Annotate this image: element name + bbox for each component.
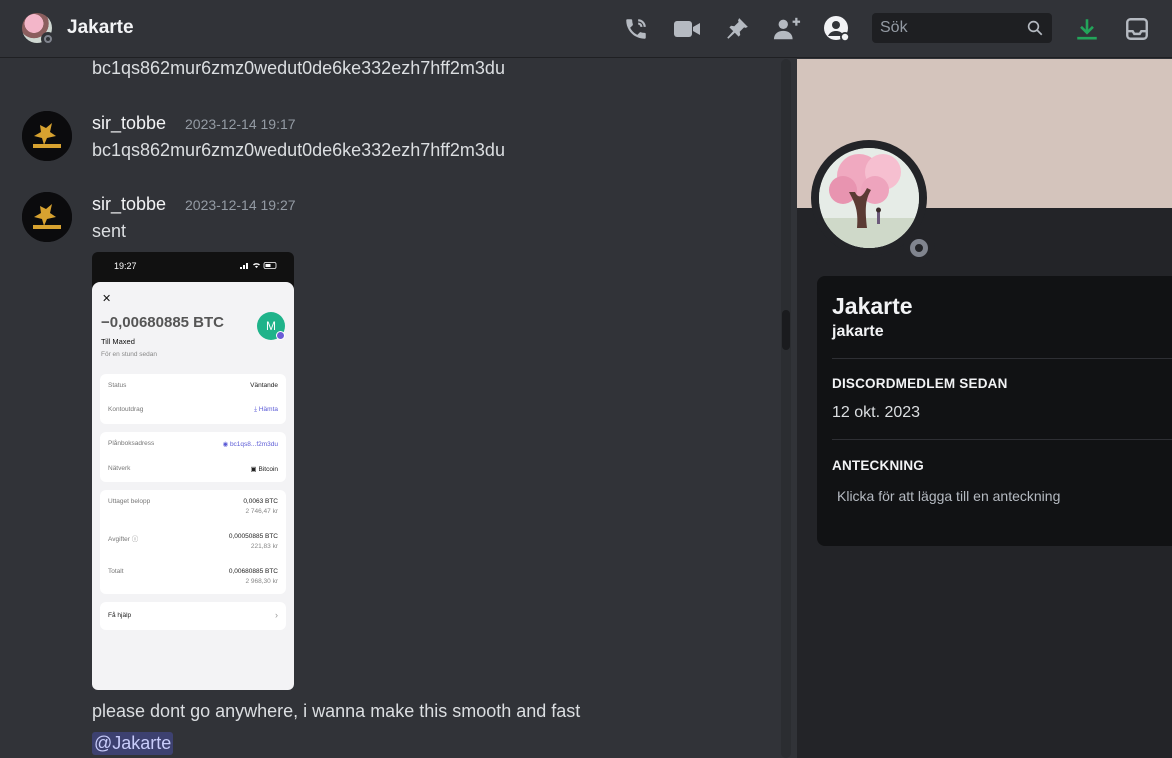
transaction-sheet: ✕ −0,00680885 BTC Till Maxed För en stun… [92,282,294,690]
offline-status-indicator [41,32,55,46]
phone-status-bar: 19:27 [92,252,294,278]
transaction-time: För en stund sedan [101,351,158,358]
total-label: Totalt [108,568,124,575]
fees-label: Avgifter ⓘ [108,536,139,543]
scrollbar-thumb[interactable] [782,310,790,350]
message-text: bc1qs862mur6zmz0wedut0de6ke332ezh7hff2m3… [92,140,505,160]
header-avatar[interactable] [22,13,55,46]
withdrawn-label: Uttaget belopp [108,498,151,505]
channel-header: Jakarte [0,0,1172,58]
message-text: bc1qs862mur6zmz0wedut0de6ke332ezh7hff2m3… [92,58,505,78]
help-label: Få hjälp [108,612,132,619]
chevron-right-icon: › [275,610,278,620]
search-box[interactable] [872,13,1052,43]
address-value: ◉ bc1qs8...f2m3du [222,441,278,448]
message-author[interactable]: sir_tobbe [92,194,166,215]
network-label: Nätverk [108,465,131,472]
message-text: sent [92,221,127,241]
transaction-recipient: Till Maxed [101,337,135,346]
close-icon: ✕ [102,293,112,305]
transaction-amount: −0,00680885 BTC [101,314,225,331]
user-profile-panel: Jakarte jakarte DISCORDMEDLEM SEDAN 12 o… [797,59,1172,758]
user-profile-icon[interactable] [823,15,851,43]
member-since-date: 12 okt. 2023 [832,404,921,421]
status-value: Väntande [250,382,278,389]
user-mention[interactable]: @Jakarte [92,732,174,755]
divider [832,358,1172,359]
note-input[interactable]: Klicka för att lägga till en anteckning [837,488,1060,504]
image-attachment[interactable]: 19:27 ✕ −0,00680885 BTC Till Maxed För e… [92,252,294,690]
message-timestamp: 2023-12-14 19:27 [185,197,296,213]
scrollbar-track[interactable] [781,59,791,758]
signal-battery-icon [240,262,278,269]
profile-display-name: Jakarte [832,293,913,319]
status-card: Status Väntande Kontoutdrag ⤓ Hämta [100,374,286,424]
profile-username: jakarte [832,323,884,340]
amount-card: Uttaget belopp 0,0063 BTC 2 746,47 kr Avgi… [100,490,286,594]
message-text: please dont go anywhere, i wanna make th… [92,701,581,721]
add-friend-icon[interactable] [773,15,801,43]
phone-clock: 19:27 [114,261,137,271]
message-timestamp: 2023-12-14 19:17 [185,116,296,132]
profile-avatar[interactable] [819,148,919,248]
network-value: ▣ Bitcoin [250,466,278,473]
address-card: Plånboksadress ◉ bc1qs8...f2m3du Nätverk ▣… [100,432,286,482]
fees-value: 0,00050885 BTC 221,83 kr [228,533,278,550]
search-input[interactable] [880,19,1020,37]
offline-status-indicator [903,232,935,264]
statement-label: Kontoutdrag [108,406,144,413]
total-value: 0,00680885 BTC 2 968,30 kr [228,568,278,585]
pin-icon[interactable] [723,15,751,43]
profile-avatar-frame [811,140,935,264]
avatar[interactable] [22,111,72,161]
search-icon[interactable] [1026,19,1044,37]
address-label: Plånboksadress [108,440,155,447]
help-card: Få hjälp › [100,602,286,630]
recipient-badge: M [257,312,285,340]
member-since-heading: DISCORDMEDLEM SEDAN [832,376,1008,391]
profile-card: Jakarte jakarte DISCORDMEDLEM SEDAN 12 o… [817,276,1172,546]
download-icon[interactable] [1073,15,1101,43]
page-title: Jakarte [67,17,134,38]
message-author[interactable]: sir_tobbe [92,113,166,134]
note-heading: ANTECKNING [832,458,924,473]
divider [832,439,1172,440]
status-label: Status [108,382,127,389]
video-camera-icon[interactable] [673,15,701,43]
phone-call-icon[interactable] [622,15,650,43]
withdrawn-value: 0,0063 BTC 2 746,47 kr [243,498,278,515]
inbox-icon[interactable] [1123,15,1151,43]
statement-value: ⤓ Hämta [254,406,278,413]
avatar[interactable] [22,192,72,242]
